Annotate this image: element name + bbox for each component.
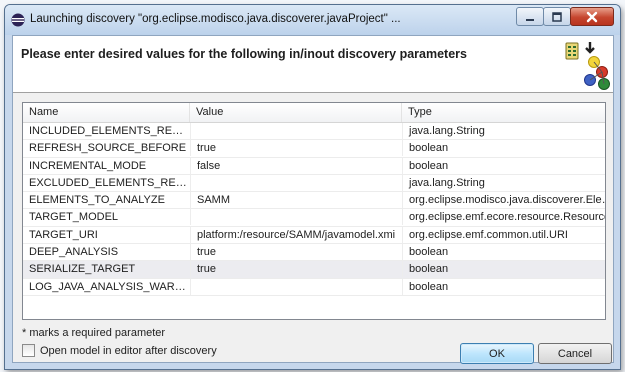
open-model-option[interactable]: Open model in editor after discovery — [22, 344, 217, 357]
window-title: Launching discovery "org.eclipse.modisco… — [30, 13, 401, 25]
parameter-type: org.eclipse.emf.ecore.resource.Resource — [402, 209, 605, 226]
parameter-name: DEEP_ANALYSIS — [29, 246, 119, 259]
parameter-value[interactable] — [190, 278, 402, 295]
discovery-parameters-icon — [565, 42, 610, 90]
table-header: Name Value Type — [23, 103, 605, 123]
parameter-value[interactable] — [190, 123, 402, 139]
open-model-label[interactable]: Open model in editor after discovery — [40, 345, 217, 357]
parameter-value[interactable]: true — [190, 140, 402, 157]
banner-heading: Please enter desired values for the foll… — [21, 47, 467, 61]
minimize-button[interactable] — [516, 7, 544, 26]
column-header-value[interactable]: Value — [190, 103, 402, 122]
title-bar[interactable]: Launching discovery "org.eclipse.modisco… — [5, 5, 620, 35]
table-row[interactable]: DEEP_ANALYSIS true boolean — [23, 244, 605, 262]
parameter-value[interactable]: SAMM — [190, 192, 402, 209]
table-row[interactable]: REFRESH_SOURCE_BEFORE true boolean — [23, 140, 605, 158]
close-button[interactable] — [570, 7, 614, 26]
parameter-name: INCLUDED_ELEMENTS_REGEX — [29, 125, 190, 137]
table-row[interactable]: TARGET_URI platform:/resource/SAMM/javam… — [23, 226, 605, 245]
table-body: INCLUDED_ELEMENTS_REGEX java.lang.String… — [23, 123, 605, 296]
maximize-button[interactable] — [543, 7, 571, 26]
parameter-type: boolean — [402, 244, 605, 261]
parameter-value[interactable] — [190, 209, 402, 226]
parameter-value[interactable]: platform:/resource/SAMM/javamodel.xmi — [190, 226, 402, 243]
parameter-value[interactable]: true — [190, 261, 402, 278]
cancel-button[interactable]: Cancel — [538, 343, 612, 364]
dialog-window: Launching discovery "org.eclipse.modisco… — [4, 4, 621, 370]
parameter-type: boolean — [402, 261, 605, 278]
close-icon — [586, 11, 598, 22]
table-row-selected[interactable]: SERIALIZE_TARGET true boolean — [23, 261, 605, 279]
table-row[interactable]: ELEMENTS_TO_ANALYZE SAMM org.eclipse.mod… — [23, 192, 605, 210]
window-controls — [516, 7, 614, 26]
parameter-type: java.lang.String — [402, 174, 605, 191]
parameter-type: org.eclipse.emf.common.util.URI — [402, 226, 605, 243]
table-row[interactable]: INCREMENTAL_MODE false boolean — [23, 157, 605, 175]
parameter-value[interactable] — [190, 174, 402, 191]
column-header-type[interactable]: Type — [402, 103, 605, 122]
table-row[interactable]: EXCLUDED_ELEMENTS_REGEX java.lang.String — [23, 174, 605, 193]
column-header-name[interactable]: Name — [23, 103, 190, 122]
eclipse-icon — [11, 13, 25, 27]
parameter-name: TARGET_MODEL — [29, 211, 119, 224]
parameter-name: ELEMENTS_TO_ANALYZE — [29, 194, 165, 207]
parameter-value[interactable]: false — [190, 157, 402, 174]
parameter-name: INCREMENTAL_MODE — [29, 159, 147, 172]
dialog-content: Please enter desired values for the foll… — [12, 35, 614, 363]
parameter-name: EXCLUDED_ELEMENTS_REGEX — [29, 176, 190, 189]
required-note: * marks a required parameter — [22, 327, 166, 339]
dialog-banner: Please enter desired values for the foll… — [13, 36, 613, 93]
parameter-name: LOG_JAVA_ANALYSIS_WARNINGS — [29, 280, 190, 293]
parameter-type: boolean — [402, 157, 605, 174]
parameter-type: boolean — [402, 278, 605, 295]
open-model-checkbox[interactable] — [22, 344, 35, 357]
parameter-name: TARGET_URI — [29, 228, 98, 241]
parameters-table[interactable]: Name Value Type INCLUDED_ELEMENTS_REGEX … — [22, 102, 606, 320]
parameter-value[interactable]: true — [190, 244, 402, 261]
parameter-type: boolean — [402, 140, 605, 157]
table-row[interactable]: INCLUDED_ELEMENTS_REGEX java.lang.String — [23, 123, 605, 141]
table-row[interactable]: TARGET_MODEL org.eclipse.emf.ecore.resou… — [23, 209, 605, 227]
parameter-type: java.lang.String — [402, 123, 605, 139]
parameter-type: org.eclipse.modisco.java.discoverer.Elem… — [402, 192, 605, 209]
ok-button[interactable]: OK — [460, 343, 534, 364]
table-row[interactable]: LOG_JAVA_ANALYSIS_WARNINGS boolean — [23, 278, 605, 296]
parameter-name: REFRESH_SOURCE_BEFORE — [29, 142, 187, 155]
parameter-name: SERIALIZE_TARGET — [29, 263, 136, 276]
minimize-icon — [526, 18, 534, 21]
maximize-icon — [552, 11, 562, 22]
